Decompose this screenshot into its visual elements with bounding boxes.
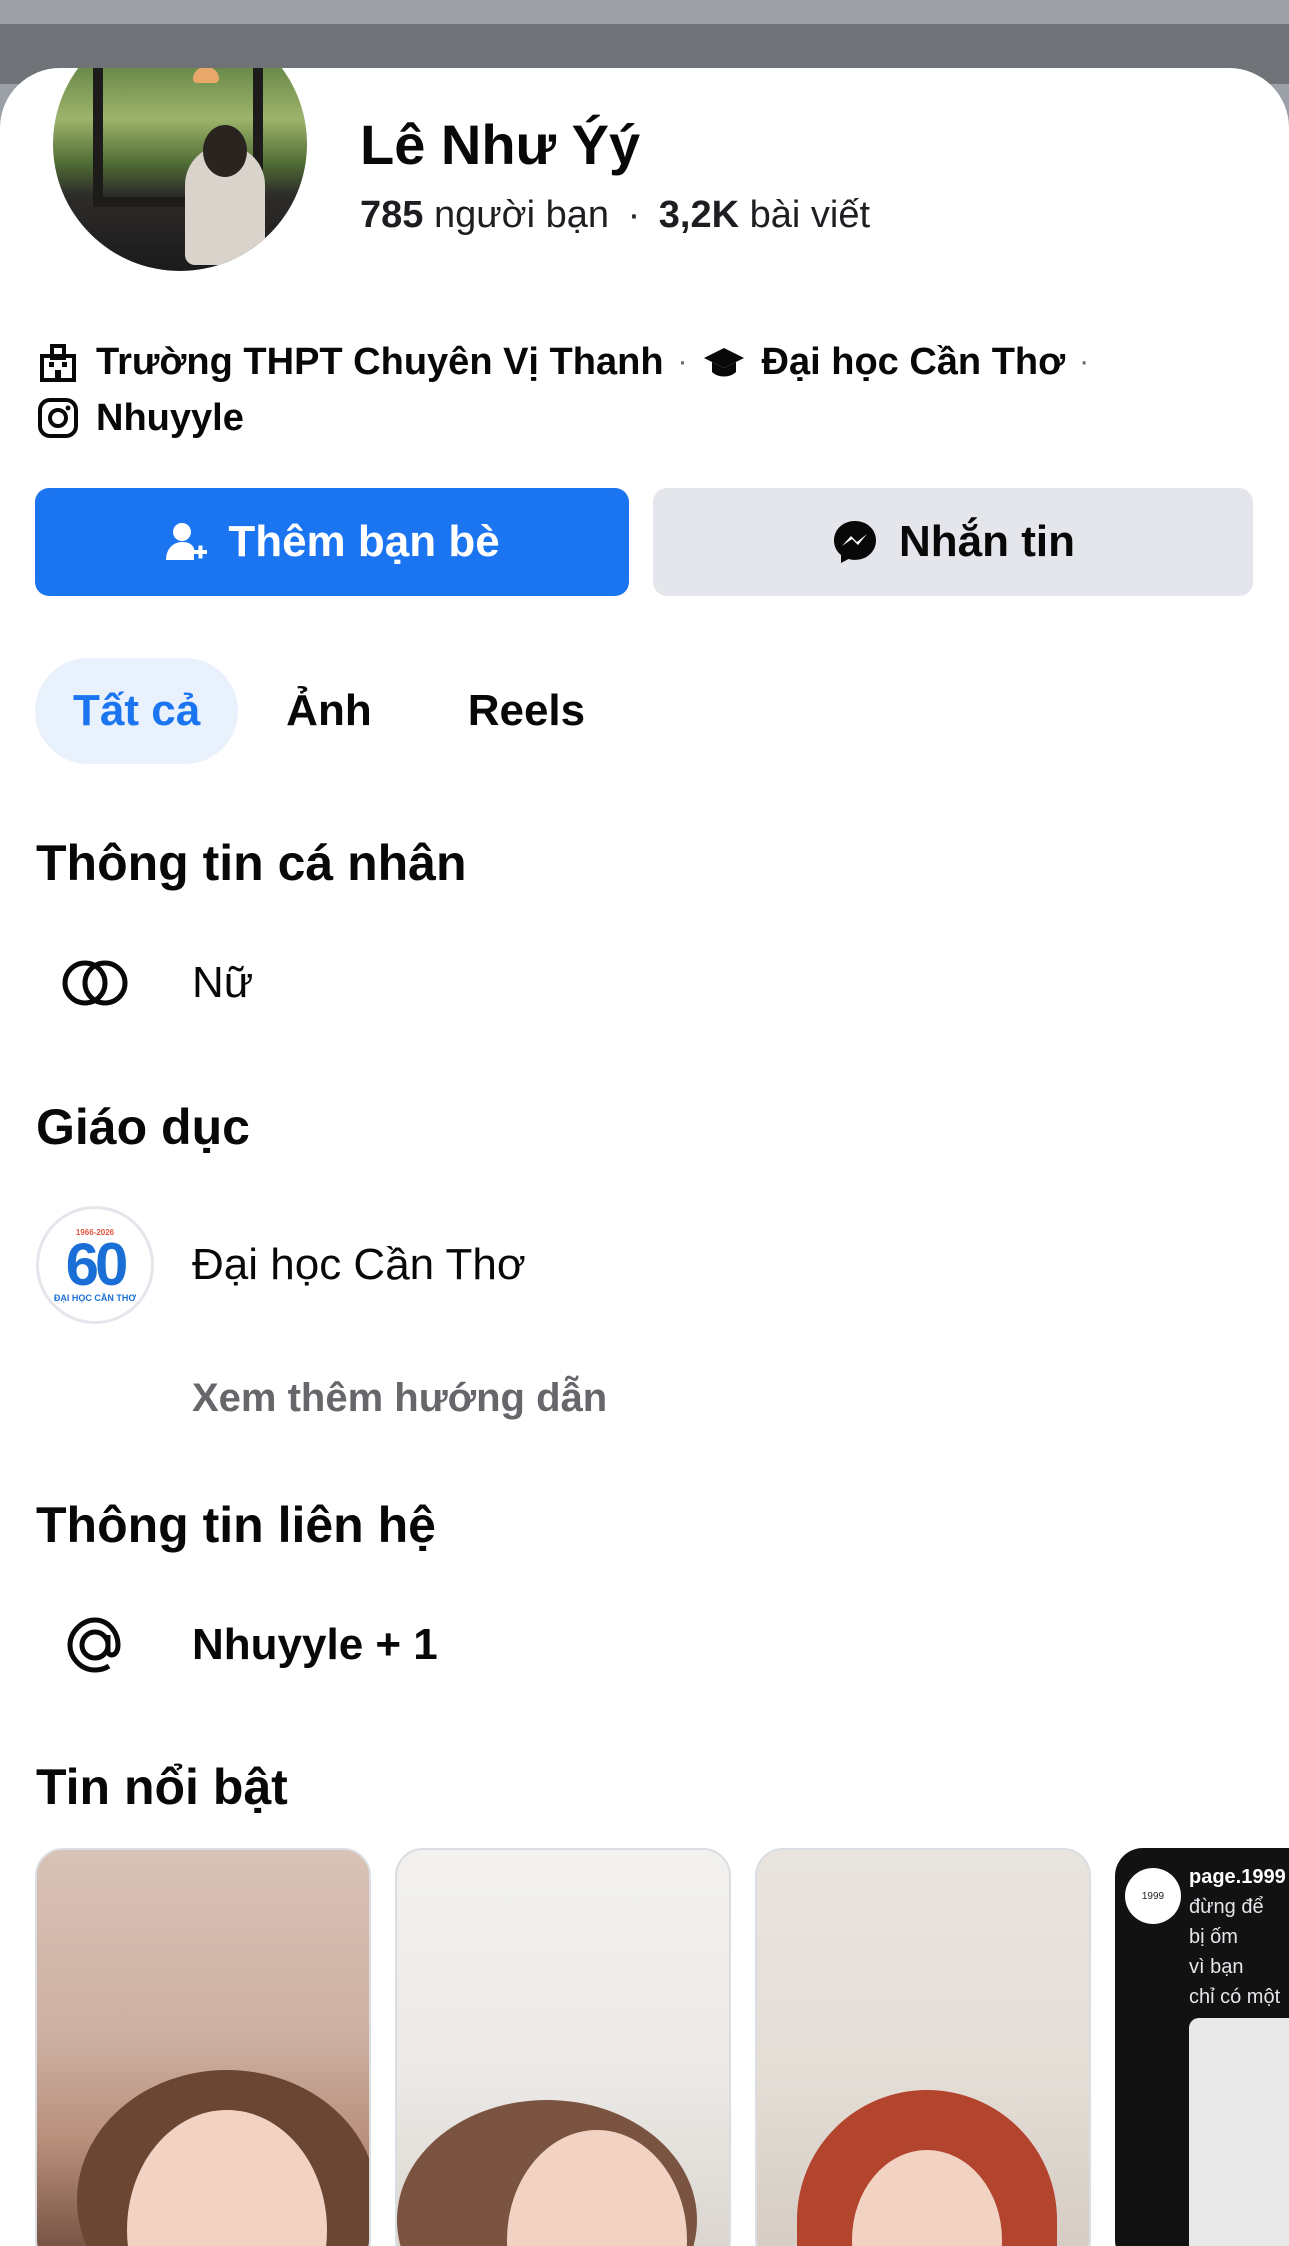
- instagram-link[interactable]: Nhuyyle: [96, 397, 244, 440]
- message-button[interactable]: Nhắn tin: [653, 488, 1253, 596]
- tab-reels[interactable]: Reels: [444, 658, 609, 764]
- avatar-photo: [53, 68, 307, 271]
- instagram-icon: [36, 396, 80, 440]
- education-row[interactable]: 1966-2026 60 ĐẠI HỌC CẦN THƠ Đại học Cần…: [36, 1206, 526, 1324]
- tab-all[interactable]: Tất cả: [35, 658, 239, 764]
- university-name: Đại học Cần Thơ: [192, 1240, 526, 1289]
- separator-dot: ·: [677, 345, 688, 378]
- graduation-cap-icon: [702, 340, 746, 384]
- add-friend-icon: [164, 520, 208, 564]
- university-logo: 1966-2026 60 ĐẠI HỌC CẦN THƠ: [36, 1206, 154, 1324]
- add-friend-label: Thêm bạn bè: [228, 517, 500, 566]
- university-link[interactable]: Đại học Cần Thơ: [762, 341, 1066, 384]
- featured-story-4[interactable]: 1999 page.1999 đừng để bị ốm vì bạn chỉ …: [1115, 1848, 1289, 2246]
- friends-count[interactable]: 785: [360, 194, 423, 236]
- gender-value: Nữ: [192, 958, 254, 1007]
- profile-stats: 785 người bạn · 3,2K bài viết: [360, 194, 870, 237]
- intro-education-line: Trường THPT Chuyên Vị Thanh · Đại học Cầ…: [36, 340, 1103, 384]
- story-image-card: [1189, 2018, 1289, 2246]
- story-text-line: vì bạn: [1189, 1956, 1244, 1978]
- contact-value: Nhuyyle + 1: [192, 1620, 438, 1669]
- logo-number: 60: [65, 1230, 129, 1298]
- story-text-line: đừng để: [1189, 1896, 1264, 1918]
- story-page-username: page.1999: [1189, 1866, 1286, 1888]
- stats-separator: ·: [627, 194, 641, 236]
- messenger-icon: [831, 518, 879, 566]
- top-overlay-bar: [0, 0, 1289, 24]
- featured-story-1[interactable]: [35, 1848, 371, 2246]
- posts-count: 3,2K: [658, 194, 740, 236]
- at-sign-icon: [36, 1586, 154, 1704]
- story-text-line: chỉ có một: [1189, 1986, 1281, 2008]
- friends-label[interactable]: người bạn: [434, 194, 609, 236]
- separator-dot-2: ·: [1079, 345, 1090, 378]
- story-page-avatar: 1999: [1125, 1868, 1181, 1924]
- intro-instagram-line: Nhuyyle: [36, 396, 244, 440]
- gender-row: Nữ: [36, 924, 253, 1042]
- posts-label: bài viết: [749, 194, 871, 236]
- avatar-lamp: [193, 68, 219, 83]
- message-label: Nhắn tin: [899, 517, 1075, 566]
- add-friend-button[interactable]: Thêm bạn bè: [35, 488, 629, 596]
- personal-info-title: Thông tin cá nhân: [36, 835, 467, 891]
- featured-story-2[interactable]: [395, 1848, 731, 2246]
- contact-title: Thông tin liên hệ: [36, 1497, 436, 1553]
- tab-photos[interactable]: Ảnh: [262, 658, 396, 764]
- office-building-icon: [36, 340, 80, 384]
- logo-caption: ĐẠI HỌC CẦN THƠ: [53, 1292, 137, 1303]
- high-school-link[interactable]: Trường THPT Chuyên Vị Thanh: [96, 341, 664, 384]
- gender-icon: [36, 924, 154, 1042]
- profile-tabs: Tất cả Ảnh Reels: [35, 658, 609, 764]
- featured-title: Tin nổi bật: [36, 1759, 288, 1815]
- featured-story-3[interactable]: [755, 1848, 1091, 2246]
- education-title: Giáo dục: [36, 1099, 250, 1155]
- featured-stories: 1999 page.1999 đừng để bị ốm vì bạn chỉ …: [35, 1848, 1289, 2246]
- story-text-line: bị ốm: [1189, 1926, 1238, 1948]
- avatar-hair: [203, 125, 247, 177]
- profile-name: Lê Như Ýý: [360, 113, 641, 176]
- profile-avatar[interactable]: [46, 68, 314, 278]
- see-more-link[interactable]: Xem thêm hướng dẫn: [192, 1376, 607, 1421]
- contact-row[interactable]: Nhuyyle + 1: [36, 1586, 438, 1704]
- profile-sheet: Lê Như Ýý 785 người bạn · 3,2K bài viết …: [0, 68, 1289, 2246]
